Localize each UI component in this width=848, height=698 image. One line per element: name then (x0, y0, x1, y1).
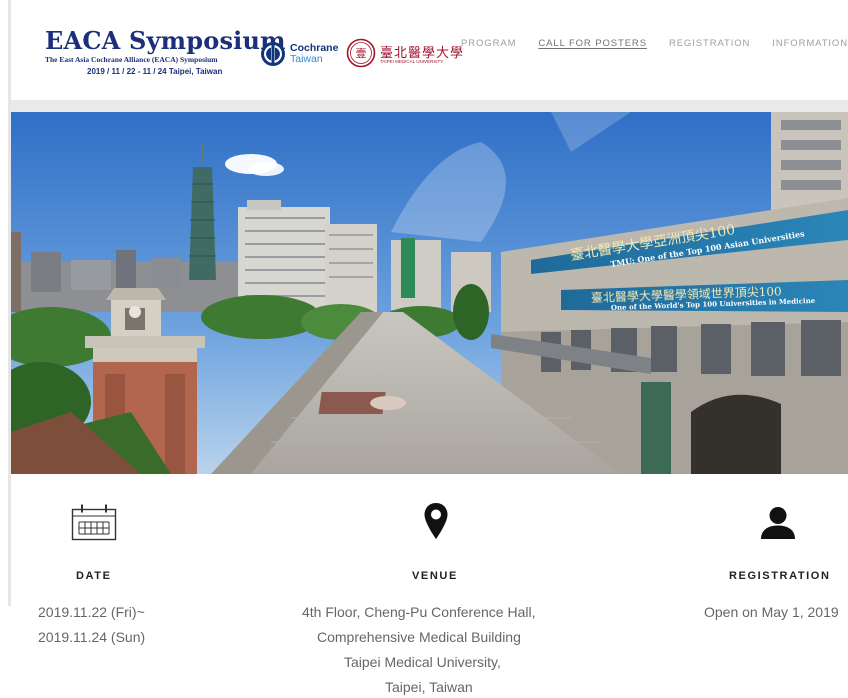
registration-open-date: Open on May 1, 2019 (704, 604, 839, 620)
logo-title: EACA Symposium (45, 26, 286, 55)
tmu-logo[interactable]: 壹 臺北醫學大學 TAIPEI MEDICAL UNIVERSITY (346, 38, 463, 70)
date-title: DATE (76, 570, 112, 582)
cochrane-taiwan-logo[interactable]: Cochrane Taiwan (260, 40, 344, 68)
calendar-icon (71, 504, 117, 541)
cochrane-taiwan-label: Taiwan (290, 53, 323, 65)
tmu-name-en: TAIPEI MEDICAL UNIVERSITY (380, 59, 444, 64)
logo-subtitle: The East Asia Cochrane Alliance (EACA) S… (45, 55, 218, 64)
map-pin-icon (424, 503, 448, 539)
nav-information[interactable]: INFORMATION (772, 38, 848, 49)
date-start: 2019.11.22 (Fri)~ (38, 604, 145, 620)
venue-title: VENUE (412, 570, 458, 582)
logo-dates: 2019 / 11 / 22 - 11 / 24 Taipei, Taiwan (87, 67, 223, 76)
main-nav: PROGRAM CALL FOR POSTERS REGISTRATION IN… (461, 38, 848, 49)
hero-campus-photo: 臺北醫學大學亞洲頂尖100 TMU: One of the Top 100 As… (11, 112, 848, 474)
cochrane-logo-icon (261, 42, 285, 66)
nav-program[interactable]: PROGRAM (461, 38, 516, 49)
nav-call-for-posters[interactable]: CALL FOR POSTERS (538, 38, 647, 49)
date-end: 2019.11.24 (Sun) (38, 629, 146, 645)
tmu-seal-icon: 壹 (346, 38, 376, 68)
user-icon (761, 507, 795, 539)
event-info: DATE 2019.11.22 (Fri)~ 2019.11.24 (Sun) … (0, 490, 848, 698)
venue-line-1: 4th Floor, Cheng-Pu Conference Hall, (302, 604, 536, 620)
campus-illustration: 臺北醫學大學亞洲頂尖100 TMU: One of the Top 100 As… (11, 112, 848, 474)
registration-title: REGISTRATION (729, 570, 831, 582)
header-separator (11, 100, 848, 112)
venue-line-3: Taipei Medical University, (344, 654, 501, 670)
venue-line-4: Taipei, Taiwan (385, 679, 473, 695)
venue-line-2: Comprehensive Medical Building (317, 629, 521, 645)
nav-registration[interactable]: REGISTRATION (669, 38, 750, 49)
svg-text:壹: 壹 (356, 47, 367, 60)
site-header: EACA Symposium The East Asia Cochrane Al… (11, 0, 848, 100)
eaca-logo[interactable]: EACA Symposium The East Asia Cochrane Al… (45, 26, 286, 78)
